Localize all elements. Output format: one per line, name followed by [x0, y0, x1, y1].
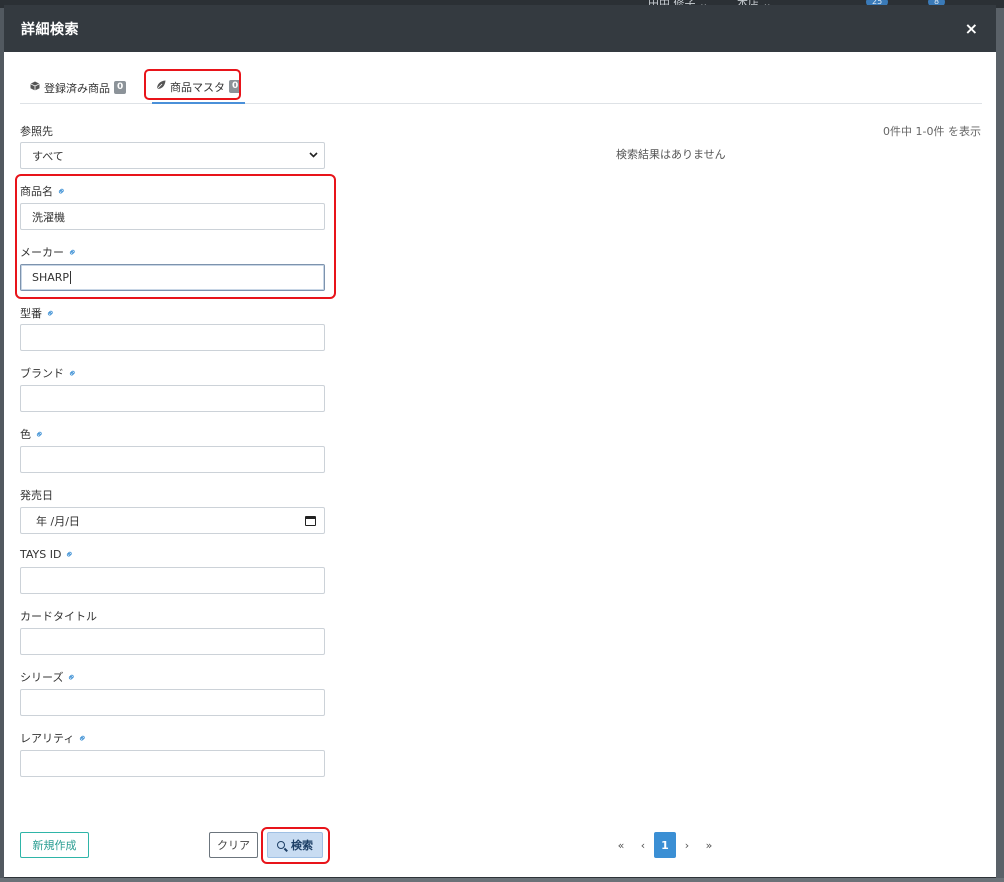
reference-select[interactable]: すべて [20, 142, 325, 169]
field-label-text: カードタイトル [20, 610, 97, 623]
background-bottom-edge [0, 878, 1004, 882]
tays-id-input[interactable] [20, 567, 325, 594]
series-label: シリーズ ⚭ [20, 669, 80, 685]
select-value: すべて [32, 149, 64, 163]
page-prev[interactable]: ‹ [632, 832, 654, 858]
page-first[interactable]: « [610, 832, 632, 858]
field-label-text: 色 [20, 428, 31, 441]
tays-id-label: TAYS ID ⚭ [20, 547, 78, 563]
search-highlight-annotation [261, 827, 330, 864]
clear-button[interactable]: クリア [209, 832, 258, 858]
field-label-text: ブランド [20, 367, 64, 380]
field-label-text: 参照先 [20, 125, 53, 138]
field-label-text: レアリティ [20, 732, 75, 745]
brand-label: ブランド ⚭ [20, 365, 81, 381]
fields-highlight-annotation [15, 174, 336, 299]
close-button[interactable]: × [965, 20, 978, 37]
color-label: 色 ⚭ [20, 426, 48, 442]
field-label-text: シリーズ [20, 671, 64, 684]
tab-registered-products[interactable]: 登録済み商品 0 [30, 71, 127, 104]
no-results-message: 検索結果はありません [616, 148, 726, 161]
model-label: 型番 ⚭ [20, 305, 59, 321]
count-badge: 0 [114, 81, 127, 94]
chevron-down-icon [309, 151, 318, 161]
model-input[interactable] [20, 324, 325, 351]
result-summary: 0件中 1-0件 を表示 [883, 125, 981, 138]
link-icon[interactable]: ⚭ [43, 305, 59, 321]
link-icon[interactable]: ⚭ [65, 365, 81, 381]
card-title-label: カードタイトル [20, 608, 97, 624]
page-next[interactable]: › [676, 832, 698, 858]
pagination: « ‹ 1 › » [610, 832, 720, 858]
link-icon[interactable]: ⚭ [32, 426, 48, 442]
link-icon[interactable]: ⚭ [62, 547, 78, 563]
release-date-input[interactable]: 年 /月/日 [20, 507, 325, 534]
card-title-input[interactable] [20, 628, 325, 655]
brand-input[interactable] [20, 385, 325, 412]
field-label-text: TAYS ID [20, 548, 62, 561]
link-icon[interactable]: ⚭ [75, 730, 91, 746]
release-date-label: 発売日 [20, 487, 53, 503]
date-placeholder: 年 /月/日 [36, 514, 80, 528]
new-button[interactable]: 新規作成 [20, 832, 89, 858]
calendar-icon[interactable] [305, 515, 316, 526]
series-input[interactable] [20, 689, 325, 716]
color-input[interactable] [20, 446, 325, 473]
rarity-label: レアリティ ⚭ [20, 730, 91, 746]
advanced-search-modal: 詳細検索 × 登録済み商品 0 商品マスタ 0 参照先 すべて 商品名 ⚭ 洗濯… [4, 5, 996, 877]
field-label-text: 型番 [20, 307, 42, 320]
tab-label: 登録済み商品 [44, 81, 110, 95]
modal-header: 詳細検索 × [4, 5, 996, 52]
page-current[interactable]: 1 [654, 832, 676, 858]
field-label-text: 発売日 [20, 489, 53, 502]
reference-label: 参照先 [20, 123, 53, 139]
cube-icon [30, 81, 40, 94]
page-last[interactable]: » [698, 832, 720, 858]
tab-highlight-annotation [144, 69, 241, 100]
modal-title: 詳細検索 [21, 21, 79, 38]
link-icon[interactable]: ⚭ [64, 669, 80, 685]
rarity-input[interactable] [20, 750, 325, 777]
background-right-edge [996, 8, 1004, 882]
